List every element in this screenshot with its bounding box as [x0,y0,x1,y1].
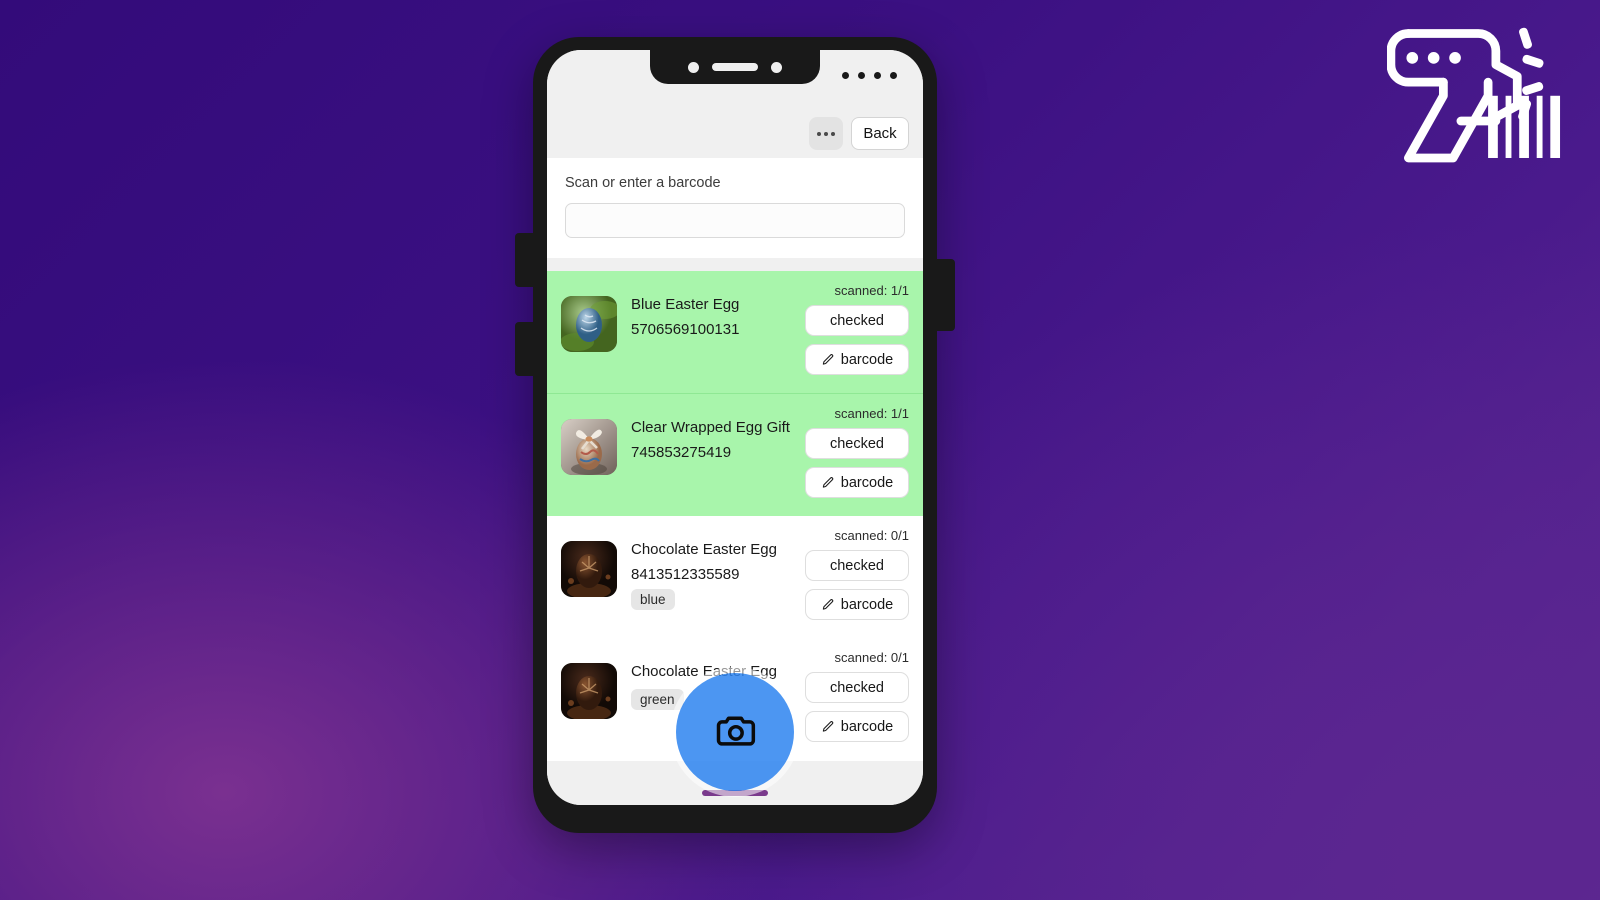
product-barcode: 8413512335589 [631,565,740,583]
edit-barcode-label: barcode [840,596,894,613]
clear-wrapped-egg-gift-thumbnail [561,419,617,475]
scanned-count-label: scanned: 0/1 [834,650,909,665]
pencil-icon [822,476,834,488]
power-button[interactable] [935,259,955,331]
product-row[interactable]: Chocolate Easter Egg 8413512335589 blue … [547,516,923,638]
volume-down-button[interactable] [515,322,535,376]
product-row[interactable]: Clear Wrapped Egg Gift 745853275419 scan… [547,393,923,516]
barcode-search-card: Scan or enter a barcode [547,158,923,258]
product-title: Chocolate Easter Egg [631,541,777,558]
product-row[interactable]: Blue Easter Egg 5706569100131 scanned: 1… [547,271,923,393]
edit-barcode-button[interactable]: barcode [805,344,909,375]
product-actions: scanned: 1/1 checked barcode [805,404,909,506]
edit-barcode-button[interactable]: barcode [805,711,909,742]
scanned-count-label: scanned: 1/1 [834,283,909,298]
edit-barcode-button[interactable]: barcode [805,589,909,620]
camera-scan-button[interactable] [676,673,794,791]
status-indicator-dots [842,72,897,79]
checked-button[interactable]: checked [805,428,909,459]
volume-up-button[interactable] [515,233,535,287]
chocolate-easter-egg-thumbnail [561,663,617,719]
edit-barcode-label: barcode [840,351,894,368]
pencil-icon [822,720,834,732]
more-options-button[interactable] [809,117,843,150]
phone-notch [650,50,820,84]
product-barcode: 5706569100131 [631,320,740,338]
phone-screen: Back Scan or enter a barcode Blue Easter… [547,50,923,805]
edit-barcode-label: barcode [840,718,894,735]
camera-icon [716,716,756,746]
earpiece-speaker [712,63,758,71]
edit-barcode-label: barcode [840,474,894,491]
checked-button[interactable]: checked [805,672,909,703]
more-dots-icon [817,131,821,136]
back-button[interactable]: Back [851,117,909,150]
product-tag-chip: green [631,688,684,710]
checked-button[interactable]: checked [805,305,909,336]
sensor-icon [771,61,782,73]
front-camera-icon [688,61,699,73]
product-title: Blue Easter Egg [631,296,740,313]
blue-easter-egg-thumbnail [561,296,617,352]
product-title: Clear Wrapped Egg Gift [631,419,790,436]
edit-barcode-button[interactable]: barcode [805,467,909,498]
product-tag-chip: blue [631,588,675,610]
product-barcode: 745853275419 [631,443,732,461]
product-actions: scanned: 0/1 checked barcode [805,526,909,628]
product-actions: scanned: 1/1 checked barcode [805,281,909,383]
pencil-icon [822,353,834,365]
section-divider [547,258,923,271]
scanned-count-label: scanned: 0/1 [834,528,909,543]
checked-button[interactable]: checked [805,550,909,581]
phone-frame: Back Scan or enter a barcode Blue Easter… [515,37,955,833]
scanned-count-label: scanned: 1/1 [834,406,909,421]
product-info: Blue Easter Egg 5706569100131 [617,281,805,338]
search-label: Scan or enter a barcode [565,175,721,191]
chocolate-easter-egg-thumbnail [561,541,617,597]
product-info: Clear Wrapped Egg Gift 745853275419 [617,404,805,461]
search-input[interactable] [565,203,905,238]
product-actions: scanned: 0/1 checked barcode [805,648,909,750]
product-info: Chocolate Easter Egg 8413512335589 blue [617,526,805,610]
pencil-icon [822,598,834,610]
barcode-scanner-logo [1386,18,1562,178]
